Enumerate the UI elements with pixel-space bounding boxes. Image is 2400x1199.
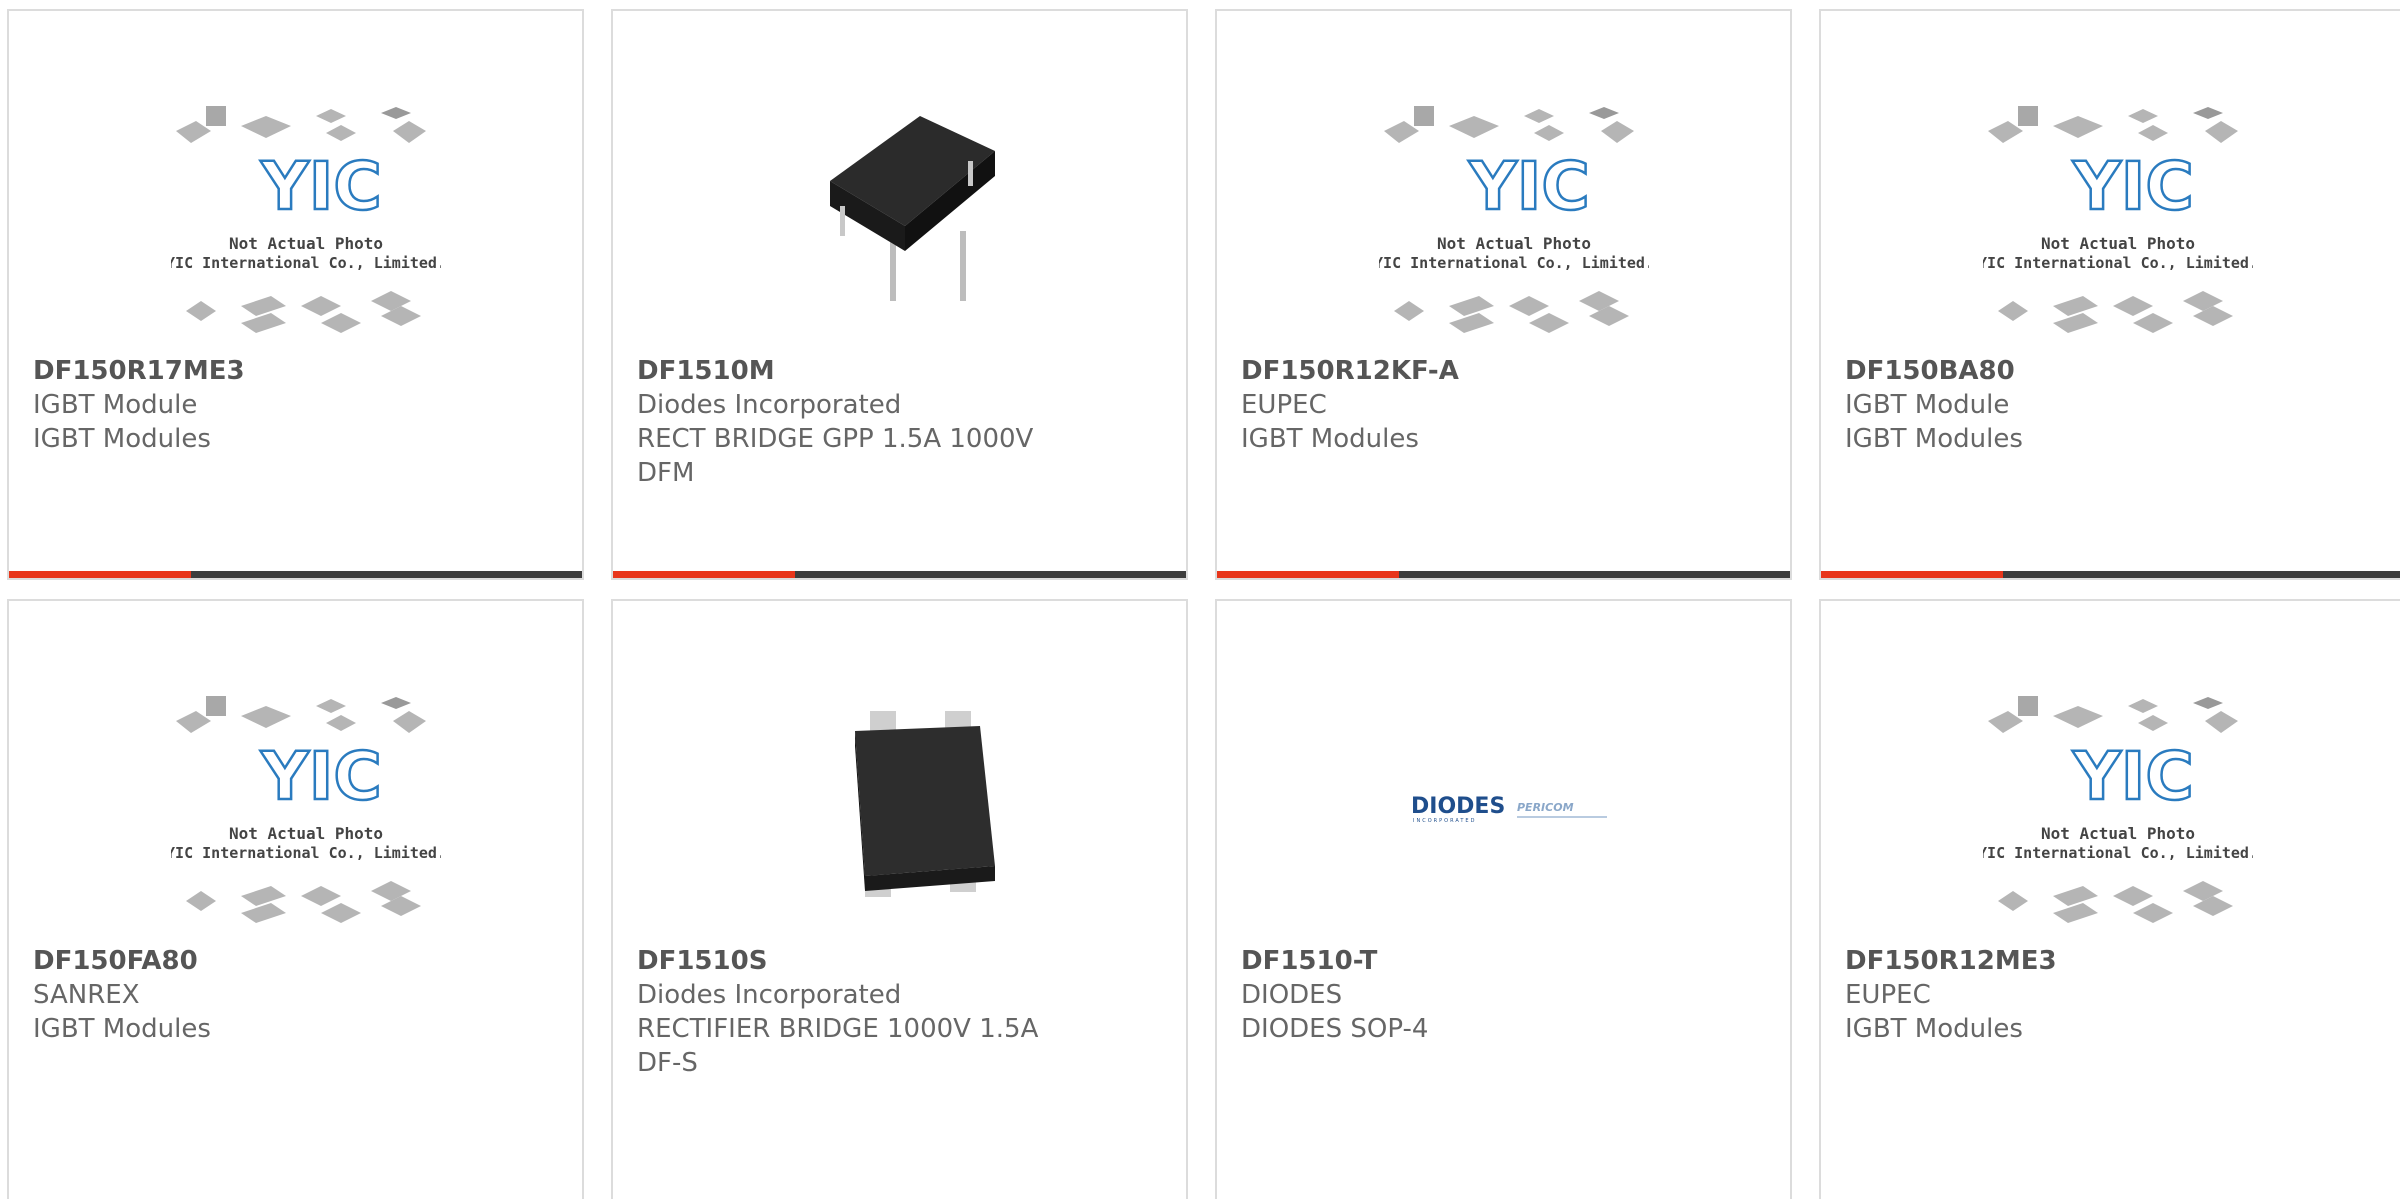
part-number[interactable]: DF150R17ME3 <box>33 354 562 388</box>
product-info: DF150R12KF-A EUPEC IGBT Modules <box>1241 354 1770 456</box>
placeholder-image: YIC Not Actual Photo YIC International C… <box>171 696 441 923</box>
product-card[interactable]: YIC Not Actual Photo YIC International C… <box>1819 599 2400 1199</box>
svg-text:Not Actual Photo: Not Actual Photo <box>229 824 383 843</box>
part-number[interactable]: DF1510-T <box>1241 944 1770 978</box>
product-photo: YIC Not Actual Photo YIC International C… <box>171 91 441 351</box>
product-info: DF150R17ME3 IGBT Module IGBT Modules <box>33 354 562 456</box>
svg-text:Not Actual Photo: Not Actual Photo <box>2041 234 2195 253</box>
product-card[interactable]: DIODES INCORPORATED PERICOM DF1510-T DIO… <box>1215 599 1792 1199</box>
accent-bar <box>1821 571 2003 578</box>
card-bar <box>1217 571 1790 578</box>
placeholder-image: YIC Not Actual Photo YIC International C… <box>171 106 441 333</box>
manufacturer: EUPEC <box>1241 390 1327 420</box>
pericom-logo-text: PERICOM <box>1517 801 1574 814</box>
diodes-logo-text: DIODES <box>1411 794 1505 819</box>
product-info: DF1510S Diodes Incorporated RECTIFIER BR… <box>637 944 1166 1080</box>
svg-text:YIC International Co., Limited: YIC International Co., Limited. <box>1983 254 2253 272</box>
product-info: DF150R12ME3 EUPEC IGBT Modules <box>1845 944 2380 1046</box>
svg-text:YIC International Co., Limited: YIC International Co., Limited. <box>1983 844 2253 862</box>
part-number[interactable]: DF1510S <box>637 944 1166 978</box>
dfm-package-image <box>830 116 995 301</box>
manufacturer: EUPEC <box>1845 980 1931 1010</box>
part-number[interactable]: DF150R12ME3 <box>1845 944 2380 978</box>
placeholder-image: YIC Not Actual Photo YIC International C… <box>1983 106 2253 333</box>
description: DIODES SOP-4 <box>1241 1014 1429 1044</box>
description: IGBT Modules <box>1845 1014 2023 1044</box>
product-card[interactable]: DF1510M Diodes Incorporated RECT BRIDGE … <box>611 9 1188 580</box>
yic-logo: YIC <box>260 148 382 225</box>
product-card[interactable]: YIC Not Actual Photo YIC International C… <box>7 599 584 1199</box>
dfs-package-image <box>855 711 995 897</box>
svg-text:YIC International Co., Limited: YIC International Co., Limited. <box>171 844 441 862</box>
yic-logo: YIC <box>2072 738 2194 815</box>
part-number[interactable]: DF150FA80 <box>33 944 562 978</box>
svg-text:INCORPORATED: INCORPORATED <box>1413 818 1476 824</box>
placeholder-image: YIC Not Actual Photo YIC International C… <box>1983 696 2253 923</box>
description: RECTIFIER BRIDGE 1000V 1.5A <box>637 1014 1039 1044</box>
part-number[interactable]: DF1510M <box>637 354 1166 388</box>
description: IGBT Modules <box>1845 424 2023 454</box>
product-photo: YIC Not Actual Photo YIC International C… <box>1983 91 2253 351</box>
manufacturer: IGBT Module <box>33 390 198 420</box>
svg-text:YIC International Co., Limited: YIC International Co., Limited. <box>1379 254 1649 272</box>
yic-logo: YIC <box>260 738 382 815</box>
product-info: DF1510-T DIODES DIODES SOP-4 <box>1241 944 1770 1046</box>
product-info: DF150FA80 SANREX IGBT Modules <box>33 944 562 1046</box>
product-info: DF150BA80 IGBT Module IGBT Modules <box>1845 354 2380 456</box>
accent-bar <box>9 571 191 578</box>
manufacturer: Diodes Incorporated <box>637 390 902 420</box>
description: IGBT Modules <box>33 1014 211 1044</box>
product-photo <box>775 91 1045 351</box>
yic-logo: YIC <box>1468 148 1590 225</box>
card-bar <box>1821 571 2400 578</box>
product-card[interactable]: YIC Not Actual Photo YIC International C… <box>7 9 584 580</box>
product-photo: YIC Not Actual Photo YIC International C… <box>1983 681 2253 941</box>
svg-text:Not Actual Photo: Not Actual Photo <box>2041 824 2195 843</box>
product-card[interactable]: DF1510S Diodes Incorporated RECTIFIER BR… <box>611 599 1188 1199</box>
manufacturer: DIODES <box>1241 980 1343 1010</box>
diodes-logo-image: DIODES INCORPORATED PERICOM <box>1411 794 1607 824</box>
product-photo: YIC Not Actual Photo YIC International C… <box>171 681 441 941</box>
accent-bar <box>1217 571 1399 578</box>
part-number[interactable]: DF150R12KF-A <box>1241 354 1770 388</box>
manufacturer: IGBT Module <box>1845 390 2010 420</box>
product-card[interactable]: YIC Not Actual Photo YIC International C… <box>1215 9 1792 580</box>
product-photo: YIC Not Actual Photo YIC International C… <box>1379 91 1649 351</box>
svg-text:Not Actual Photo: Not Actual Photo <box>229 234 383 253</box>
svg-text:YIC International Co., Limited: YIC International Co., Limited. <box>171 254 441 272</box>
package: DF-S <box>637 1048 698 1078</box>
manufacturer: Diodes Incorporated <box>637 980 902 1010</box>
placeholder-image: YIC Not Actual Photo YIC International C… <box>1379 106 1649 333</box>
yic-logo: YIC <box>2072 148 2194 225</box>
product-grid: YIC Not Actual Photo YIC International C… <box>0 0 2400 1199</box>
description: RECT BRIDGE GPP 1.5A 1000V <box>637 424 1034 454</box>
manufacturer: SANREX <box>33 980 140 1010</box>
svg-text:Not Actual Photo: Not Actual Photo <box>1437 234 1591 253</box>
accent-bar <box>613 571 795 578</box>
product-photo: DIODES INCORPORATED PERICOM <box>1379 681 1649 941</box>
product-info: DF1510M Diodes Incorporated RECT BRIDGE … <box>637 354 1166 490</box>
package: DFM <box>637 458 695 488</box>
card-bar <box>9 571 582 578</box>
product-card[interactable]: YIC Not Actual Photo YIC International C… <box>1819 9 2400 580</box>
product-photo <box>775 681 1045 941</box>
part-number[interactable]: DF150BA80 <box>1845 354 2380 388</box>
description: IGBT Modules <box>1241 424 1419 454</box>
description: IGBT Modules <box>33 424 211 454</box>
card-bar <box>613 571 1186 578</box>
